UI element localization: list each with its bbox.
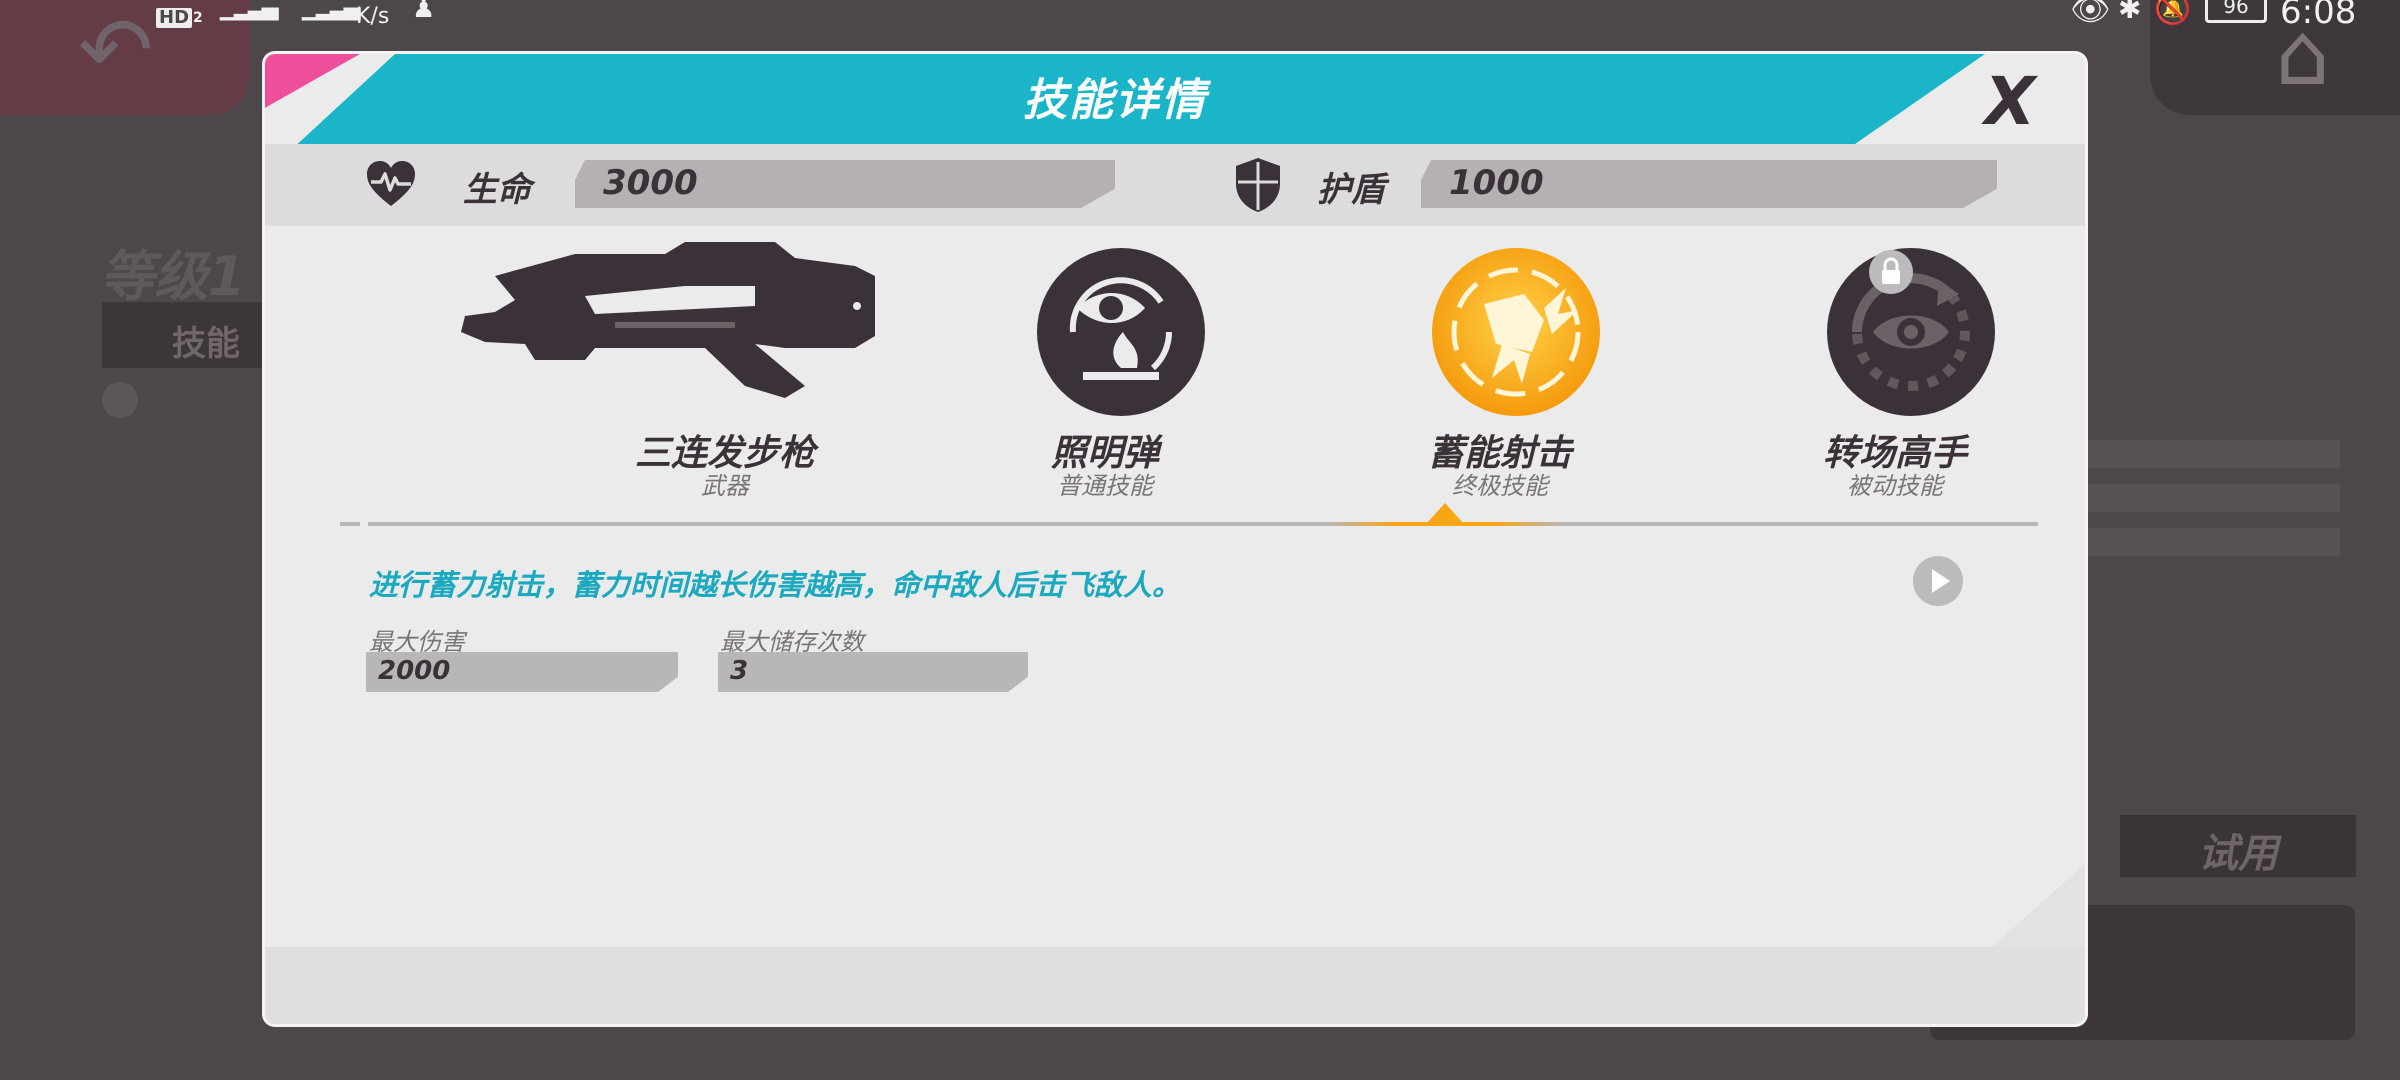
attr-label-max-charges: 最大储存次数 [720,628,864,656]
battery-icon: 96 [2205,0,2267,23]
skill-item-charged-shot[interactable]: 蓄能射击 终极技能 [1350,226,1650,506]
stats-row: 生命 3000 护盾 1000 [265,144,2085,226]
skill-type: 被动技能 [1847,472,1943,500]
lock-icon [1869,250,1913,294]
sim-indicator: 2 [193,10,203,26]
dialog-header: 技能详情 X [265,54,2085,174]
skill-tab: 技能 [102,302,272,368]
attr-value-max-damage: 2000 [378,656,451,686]
attr-value-max-charges: 3 [730,656,749,686]
info-icon [102,382,138,418]
skill-divider [368,522,2038,526]
status-bar: HD 2 ▁▂▃▄ ▁▂▃▄ K/s ♟ 👁 ✱ 🔕 96 6:08 [0,0,2400,32]
skill-item-flare[interactable]: 照明弹 普通技能 [955,226,1255,506]
bluetooth-icon: ✱ [2118,0,2142,25]
hd-badge: HD [156,8,193,28]
shield-icon [1236,158,1280,212]
attr-bar-max-damage: 2000 [366,652,678,692]
skill-type: 普通技能 [1057,472,1153,500]
signal-icon: ▁▂▃▄ [220,0,279,21]
play-preview-button[interactable] [1913,556,1963,606]
try-button: 试用 [2120,815,2356,877]
clock: 6:08 [2280,0,2357,32]
hp-bar: 3000 [575,160,1115,208]
flare-icon [1037,248,1205,416]
try-button-label: 试用 [2198,831,2278,877]
close-button[interactable]: X [1965,62,2055,142]
dialog-title: 技能详情 [1023,75,1207,126]
signal-icon-2: ▁▂▃▄ [302,0,361,21]
qq-icon: ♟ [412,0,436,24]
hp-value: 3000 [603,163,698,203]
shield-bar: 1000 [1421,160,1997,208]
selected-indicator-arrow [1427,503,1463,523]
heart-icon [367,161,415,206]
skill-list: 三连发步枪 武器 照明弹 普通技能 蓄能射击 终极技能 转场高手 被动技能 [265,226,2085,526]
skill-type: 武器 [701,472,749,500]
shield-label: 护盾 [1317,170,1385,210]
skill-detail-dialog: 技能详情 X 生命 3000 护盾 1000 三连发步枪 武器 照明弹 普通技能… [265,54,2085,1024]
network-speed: K/s [356,4,390,29]
hp-label: 生命 [463,170,531,210]
rifle-icon [461,242,875,398]
skill-item-weapon[interactable]: 三连发步枪 武器 [461,226,875,506]
skill-tab-label: 技能 [172,324,240,364]
eye-comfort-icon: 👁 [2070,0,2111,28]
attr-label-max-damage: 最大伤害 [369,628,465,656]
background-description [2080,440,2340,560]
attr-bar-max-charges: 3 [718,652,1028,692]
shield-value: 1000 [1449,163,1544,203]
charged-shot-icon [1432,248,1600,416]
skill-type: 终极技能 [1452,472,1548,500]
skill-description: 进行蓄力射击，蓄力时间越长伤害越高，命中敌人后击飞敌人。 [369,568,1182,602]
divider-left-cap [340,522,360,526]
divider-right-cap [1987,522,2017,526]
mute-bell-icon: 🔕 [2154,0,2192,27]
level-label: 等级1 [100,245,246,308]
dialog-footer [265,947,2085,1024]
